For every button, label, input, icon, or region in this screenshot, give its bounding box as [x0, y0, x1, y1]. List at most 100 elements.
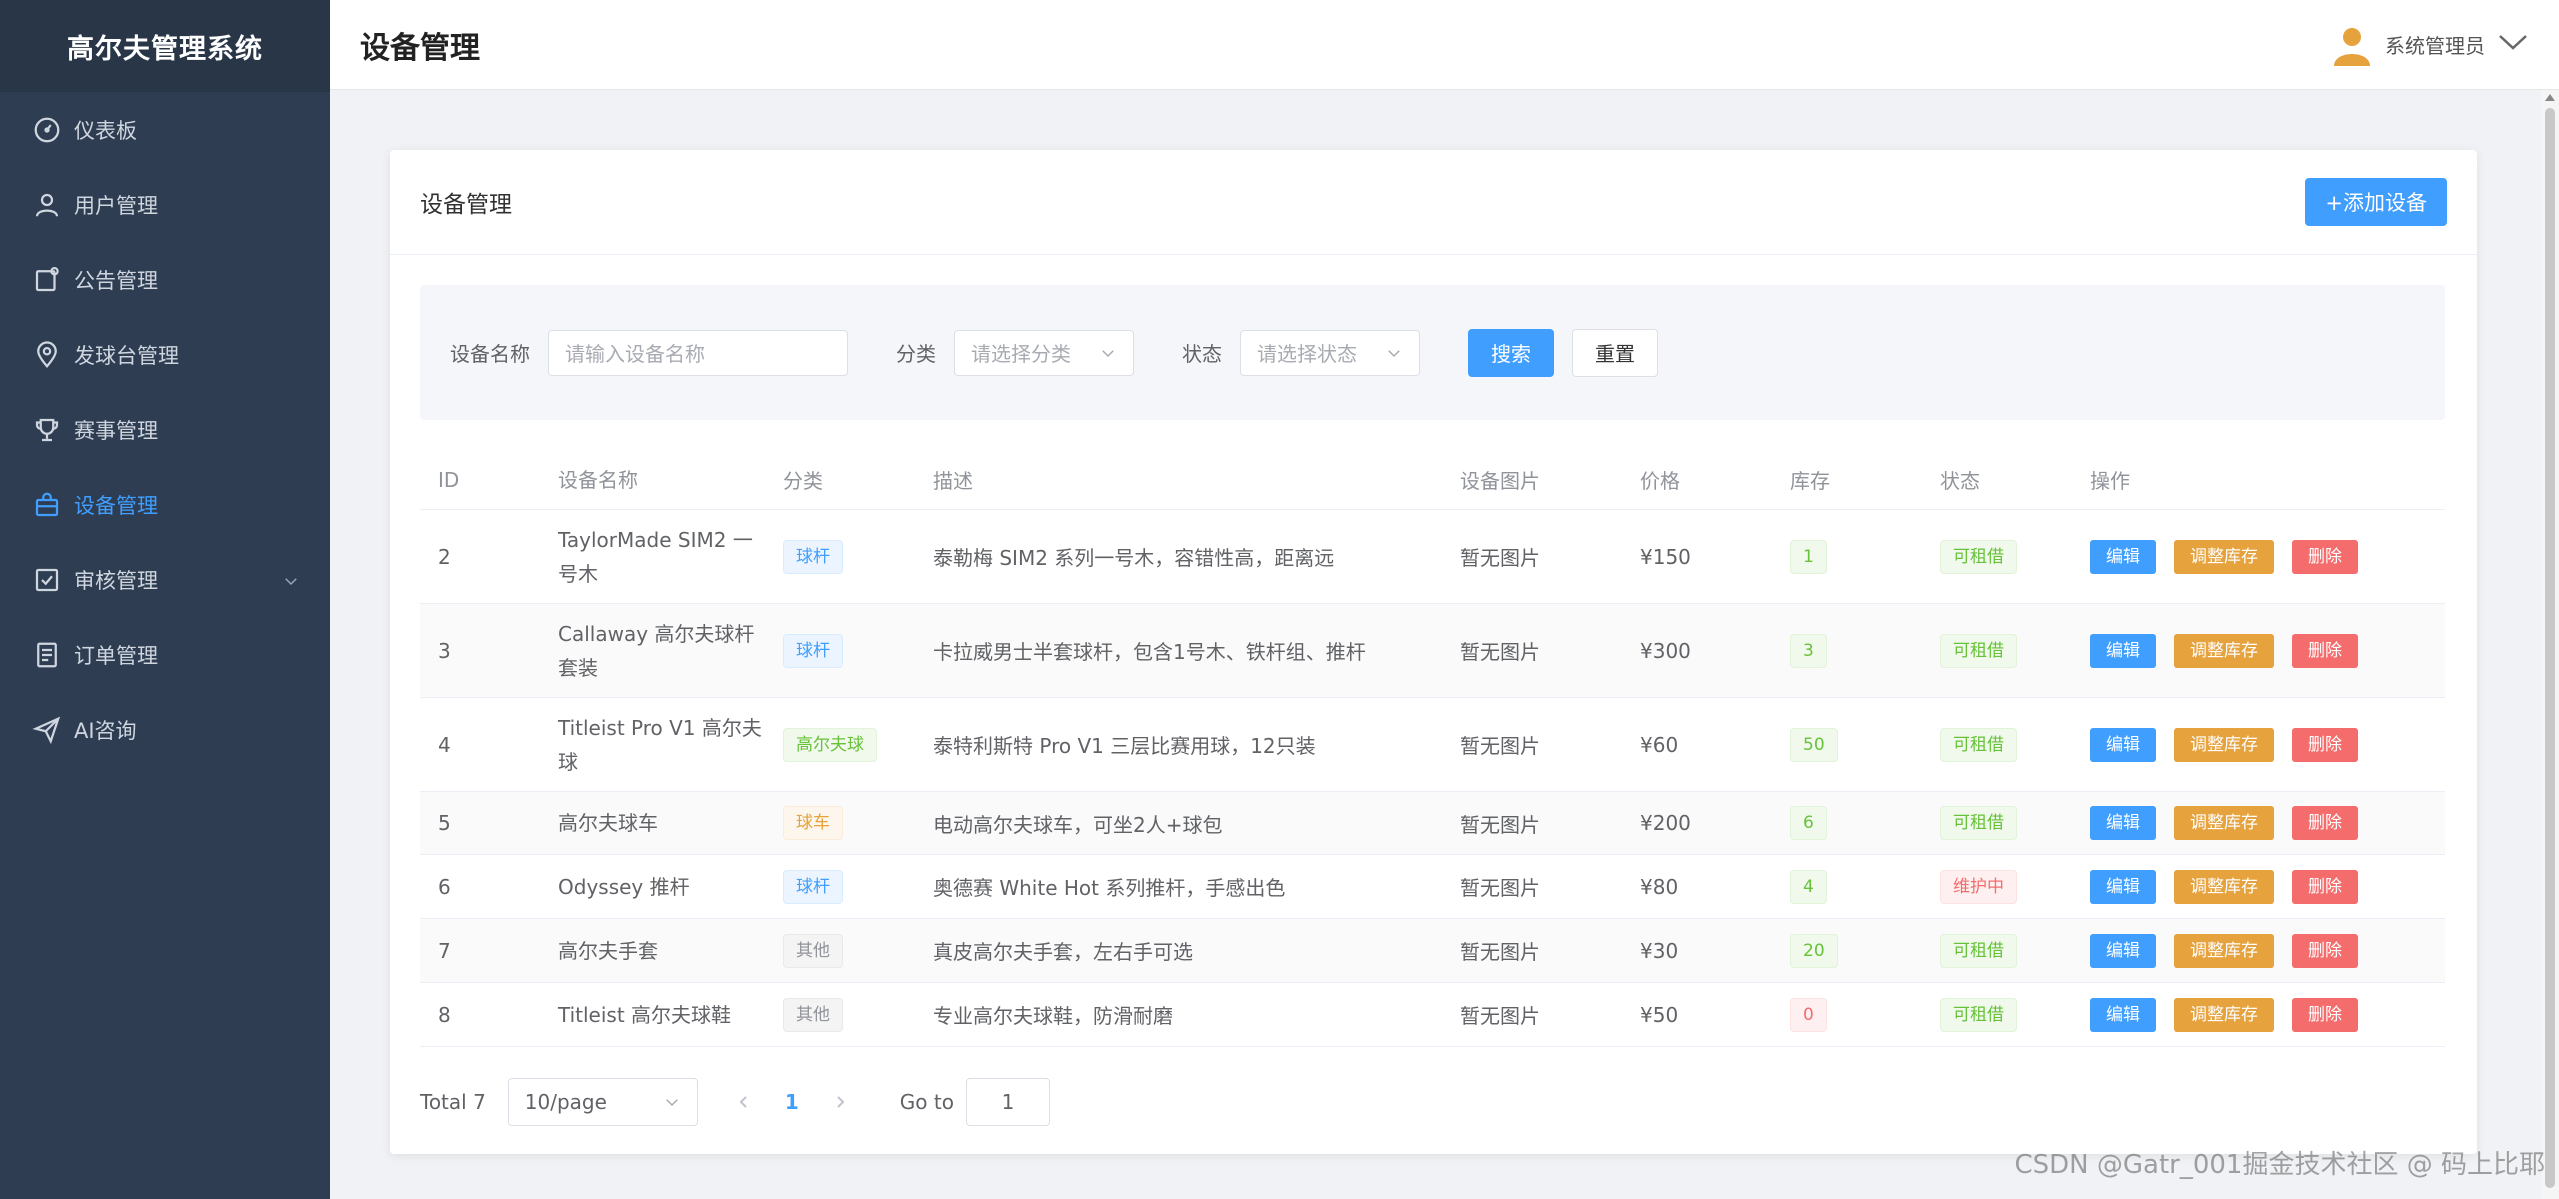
- cell-name: Titleist 高尔夫球鞋: [558, 1002, 732, 1027]
- cell-category: 其他: [765, 997, 915, 1032]
- adjust-stock-button[interactable]: 调整库存: [2174, 727, 2274, 762]
- page-size-select[interactable]: 10/page: [507, 1078, 698, 1126]
- user-menu[interactable]: 系统管理员: [2331, 24, 2529, 66]
- cell-ops: 编辑 调整库存 删除: [2072, 997, 2445, 1032]
- adjust-stock-button[interactable]: 调整库存: [2174, 869, 2274, 904]
- chevron-down-icon: [666, 1099, 678, 1107]
- bag-icon: [32, 490, 62, 520]
- send-icon: [32, 715, 62, 745]
- stock-tag: 20: [1790, 933, 1838, 968]
- chevron-down-icon: [1102, 349, 1114, 357]
- adjust-stock-button[interactable]: 调整库存: [2174, 997, 2274, 1032]
- equipment-card: 设备管理 +添加设备 设备名称 请输入设备名称 分类 请选择分类 状态 请选择状…: [390, 150, 2477, 1154]
- adjust-stock-button[interactable]: 调整库存: [2174, 806, 2274, 840]
- delete-button[interactable]: 删除: [2292, 997, 2358, 1032]
- delete-button[interactable]: 删除: [2292, 806, 2358, 840]
- sidebar-item-tees[interactable]: 发球台管理: [0, 317, 330, 392]
- sidebar-item-ai[interactable]: AI咨询: [0, 692, 330, 767]
- column-header-category: 分类: [783, 469, 823, 493]
- sidebar-item-audit[interactable]: 审核管理: [0, 542, 330, 617]
- sidebar-item-label: 用户管理: [74, 193, 158, 218]
- cell-desc: 真皮高尔夫手套，左右手可选: [933, 940, 1193, 964]
- cell-status: 可租借: [1922, 997, 2072, 1032]
- reset-button[interactable]: 重置: [1572, 328, 1658, 377]
- status-select-placeholder: 请选择状态: [1257, 342, 1357, 366]
- delete-button[interactable]: 删除: [2292, 869, 2358, 904]
- status-tag: 可租借: [1940, 806, 2017, 840]
- delete-button[interactable]: 删除: [2292, 539, 2358, 574]
- search-button[interactable]: 搜索: [1468, 328, 1554, 377]
- sidebar-item-dashboard[interactable]: 仪表板: [0, 92, 330, 167]
- delete-button[interactable]: 删除: [2292, 933, 2358, 968]
- cell-image: 暂无图片: [1460, 546, 1540, 570]
- status-select[interactable]: 请选择状态: [1240, 329, 1420, 376]
- sidebar-item-label: 设备管理: [74, 493, 158, 518]
- sidebar-item-equipment[interactable]: 设备管理: [0, 467, 330, 542]
- column-header-id: ID: [438, 467, 460, 492]
- cell-price: ¥60: [1640, 732, 1679, 757]
- column-header-name: 设备名称: [558, 467, 638, 492]
- edit-button[interactable]: 编辑: [2090, 997, 2156, 1032]
- cell-ops: 编辑 调整库存 删除: [2072, 633, 2445, 668]
- page-title: 设备管理: [360, 30, 480, 66]
- sidebar-item-events[interactable]: 赛事管理: [0, 392, 330, 467]
- sidebar-item-label: 公告管理: [74, 268, 158, 293]
- cell-desc: 奥德赛 White Hot 系列推杆，手感出色: [933, 876, 1286, 900]
- edit-button[interactable]: 编辑: [2090, 933, 2156, 968]
- category-select-placeholder: 请选择分类: [971, 342, 1071, 366]
- chevron-down-icon: [1388, 349, 1400, 357]
- table-row: 6 Odyssey 推杆 球杆 奥德赛 White Hot 系列推杆，手感出色 …: [420, 855, 2445, 919]
- edit-button[interactable]: 编辑: [2090, 633, 2156, 668]
- category-select[interactable]: 请选择分类: [954, 329, 1134, 376]
- sidebar-item-label: 仪表板: [74, 118, 137, 143]
- delete-button[interactable]: 删除: [2292, 633, 2358, 668]
- category-tag: 球车: [783, 806, 843, 840]
- cell-status: 可租借: [1922, 633, 2072, 668]
- scroll-up-arrow-icon[interactable]: [2545, 94, 2555, 101]
- edit-button[interactable]: 编辑: [2090, 869, 2156, 904]
- cell-desc: 卡拉威男士半套球杆，包含1号木、铁杆组、推杆: [933, 640, 1366, 664]
- edit-button[interactable]: 编辑: [2090, 727, 2156, 762]
- stock-tag: 50: [1790, 727, 1838, 762]
- user-icon: [32, 190, 62, 220]
- name-search-placeholder: 请输入设备名称: [565, 342, 705, 366]
- prev-page-button[interactable]: [720, 1095, 768, 1109]
- vertical-scrollbar[interactable]: [2541, 90, 2559, 1199]
- card-title: 设备管理: [420, 192, 512, 218]
- edit-button[interactable]: 编辑: [2090, 539, 2156, 574]
- adjust-stock-button[interactable]: 调整库存: [2174, 633, 2274, 668]
- cell-image: 暂无图片: [1460, 640, 1540, 664]
- delete-button[interactable]: 删除: [2292, 727, 2358, 762]
- edit-button[interactable]: 编辑: [2090, 806, 2156, 840]
- cell-name: 高尔夫球车: [558, 811, 658, 835]
- cell-desc: 电动高尔夫球车，可坐2人+球包: [933, 812, 1223, 837]
- status-tag: 可租借: [1940, 539, 2017, 574]
- sidebar-item-orders[interactable]: 订单管理: [0, 617, 330, 692]
- scrollbar-thumb[interactable]: [2545, 108, 2555, 1188]
- page-size-value: 10/page: [524, 1090, 607, 1114]
- cell-category: 球车: [765, 806, 915, 840]
- cell-id: 8: [438, 1002, 451, 1027]
- cell-ops: 编辑 调整库存 删除: [2072, 933, 2445, 968]
- adjust-stock-button[interactable]: 调整库存: [2174, 539, 2274, 574]
- page-number[interactable]: 1: [768, 1090, 816, 1114]
- chevron-down-icon: [282, 571, 300, 589]
- add-equipment-button[interactable]: +添加设备: [2305, 178, 2447, 226]
- sidebar-item-notices[interactable]: 公告管理: [0, 242, 330, 317]
- sidebar-item-label: 订单管理: [74, 643, 158, 668]
- sidebar-item-users[interactable]: 用户管理: [0, 167, 330, 242]
- adjust-stock-button[interactable]: 调整库存: [2174, 933, 2274, 968]
- status-tag: 维护中: [1940, 869, 2017, 904]
- audit-icon: [32, 565, 62, 595]
- avatar-icon: [2331, 24, 2373, 66]
- trophy-icon: [32, 415, 62, 445]
- goto-page-input[interactable]: [965, 1078, 1050, 1126]
- column-header-desc: 描述: [933, 469, 973, 493]
- cell-ops: 编辑 调整库存 删除: [2072, 539, 2445, 574]
- cell-id: 5: [438, 811, 451, 835]
- sidebar-item-label: 审核管理: [74, 568, 158, 593]
- name-search-input[interactable]: 请输入设备名称: [548, 329, 848, 376]
- cell-desc: 泰勒梅 SIM2 系列一号木，容错性高，距离远: [933, 546, 1335, 570]
- status-filter-label: 状态: [1182, 342, 1222, 366]
- next-page-button[interactable]: [816, 1095, 864, 1109]
